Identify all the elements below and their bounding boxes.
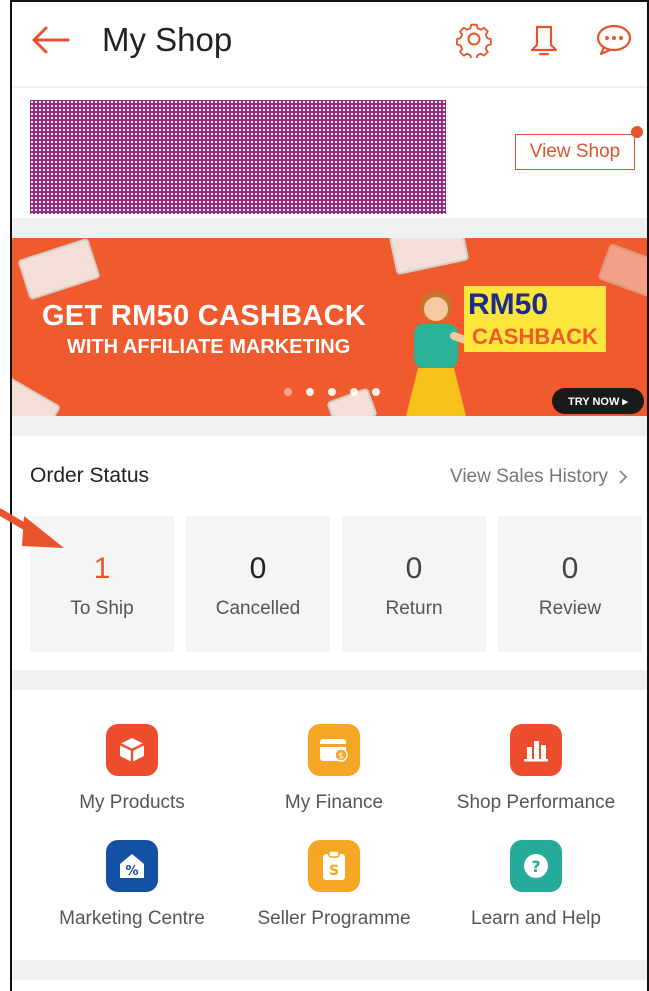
- order-status-title: Order Status: [30, 464, 150, 487]
- page-title: My Shop: [102, 21, 233, 58]
- view-shop-button[interactable]: View Shop: [515, 134, 635, 170]
- try-now-button[interactable]: TRY NOW ▸: [552, 388, 644, 414]
- money-bill-decoration: [17, 238, 101, 301]
- frame-left-border: [0, 0, 12, 991]
- view-sales-history-link[interactable]: View Sales History: [450, 466, 628, 488]
- tool-label: Learn and Help: [471, 908, 601, 929]
- svg-text:?: ?: [531, 857, 540, 876]
- svg-text:S: S: [329, 863, 339, 879]
- tool-icon-bg: [106, 724, 158, 776]
- order-status-section: Order Status View Sales History 1 To Shi…: [12, 436, 647, 670]
- shop-tools-grid: My Products $ My Finance Shop Performanc…: [12, 690, 647, 960]
- chat-button[interactable]: [594, 20, 634, 60]
- svg-text:%: %: [125, 864, 138, 879]
- cashback-label: CASHBACK: [472, 324, 598, 349]
- banner-subheadline: WITH AFFILIATE MARKETING: [67, 336, 351, 358]
- carousel-dot: [350, 388, 358, 396]
- svg-text:$: $: [338, 752, 344, 762]
- tool-label: My Products: [79, 792, 185, 813]
- tool-label: My Finance: [284, 792, 384, 813]
- shop-profile: View Shop: [12, 88, 647, 218]
- status-label: To Ship: [70, 598, 134, 619]
- section-divider: [12, 960, 647, 980]
- status-card-cancelled[interactable]: 0 Cancelled: [186, 516, 330, 652]
- bell-icon: [530, 25, 558, 56]
- cashback-amount: RM50: [468, 288, 549, 321]
- settings-button[interactable]: [454, 20, 494, 60]
- next-section-peek: [12, 980, 647, 991]
- tool-label: Shop Performance: [456, 792, 616, 813]
- chat-icon: [596, 24, 632, 56]
- tool-icon-bg: [510, 724, 562, 776]
- notifications-button[interactable]: [524, 20, 564, 60]
- status-count: 0: [249, 552, 267, 585]
- money-bill-decoration: [12, 374, 62, 416]
- status-card-review[interactable]: 0 Review: [498, 516, 642, 652]
- promo-banner[interactable]: GET RM50 CASHBACK WITH AFFILIATE MARKETI…: [12, 238, 647, 416]
- tool-icon-bg: ?: [510, 840, 562, 892]
- question-icon: ?: [524, 854, 548, 878]
- bar-chart-icon: [524, 741, 548, 762]
- app-screen: My Shop View Shop GET RM50 CASHBACK WITH…: [12, 2, 647, 991]
- annotation-arrow-icon: [0, 508, 64, 548]
- tool-label: Seller Programme: [257, 908, 411, 929]
- notification-dot: [631, 126, 643, 138]
- money-bill-decoration: [388, 238, 470, 276]
- banner-headline: GET RM50 CASHBACK: [42, 300, 367, 332]
- top-bar: My Shop: [12, 2, 647, 86]
- status-count: 0: [405, 552, 423, 585]
- clipboard-icon: S: [323, 850, 345, 880]
- discount-tag-icon: %: [120, 854, 144, 879]
- status-card-return[interactable]: 0 Return: [342, 516, 486, 652]
- tool-icon-bg: $: [308, 724, 360, 776]
- carousel-dot: [284, 388, 292, 396]
- redacted-shop-info: [30, 100, 446, 214]
- carousel-dot: [328, 388, 336, 396]
- status-label: Review: [538, 598, 602, 619]
- back-button[interactable]: [28, 20, 72, 60]
- box-icon: [119, 738, 145, 762]
- tool-icon-bg: %: [106, 840, 158, 892]
- status-label: Cancelled: [215, 598, 301, 619]
- gear-icon: [456, 23, 492, 58]
- wallet-icon: $: [320, 739, 348, 762]
- status-count: 0: [561, 552, 579, 585]
- status-label: Return: [385, 598, 443, 619]
- carousel-dot: [306, 388, 314, 396]
- chevron-right-icon: [619, 470, 628, 484]
- tool-label: Marketing Centre: [59, 908, 205, 929]
- tool-icon-bg: S: [308, 840, 360, 892]
- carousel-dot: [372, 388, 380, 396]
- view-sales-history-label: View Sales History: [450, 466, 609, 487]
- carousel-indicator: [284, 388, 380, 396]
- arrow-left-icon: [32, 26, 70, 54]
